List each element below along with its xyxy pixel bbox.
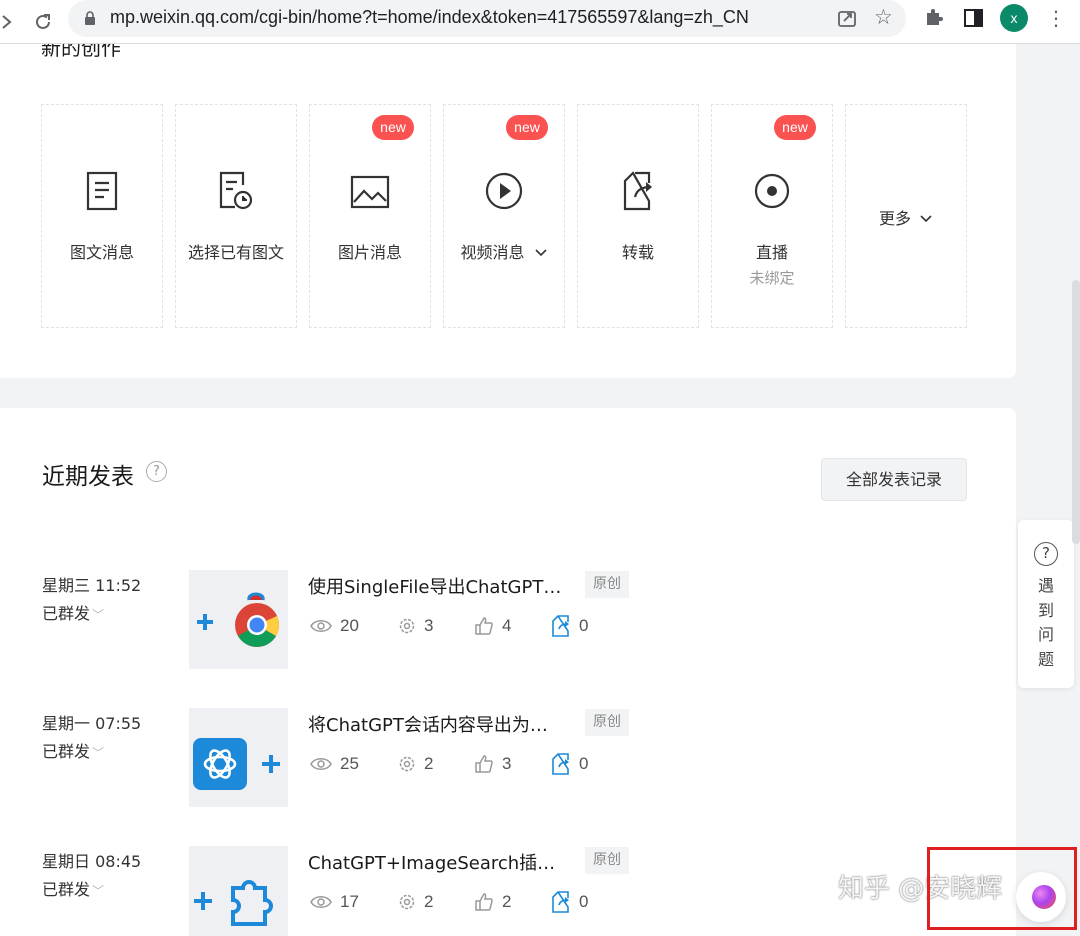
repost-icon [552, 615, 569, 637]
side-panel-icon[interactable] [962, 6, 986, 34]
post-title[interactable]: 使用SingleFile导出ChatGPT… [308, 573, 580, 599]
share-gear-icon [399, 618, 415, 634]
post-time: 星期日 08:45 [42, 852, 142, 871]
browser-toolbar: mp.weixin.qq.com/cgi-bin/home?t=home/ind… [0, 0, 1080, 44]
tile-article[interactable]: 图文消息 [41, 104, 163, 328]
reload-icon[interactable] [28, 7, 58, 37]
reposts-stat: 0 [551, 752, 588, 776]
tile-label: 视频消息 [460, 243, 525, 262]
address-bar[interactable]: mp.weixin.qq.com/cgi-bin/home?t=home/ind… [68, 0, 906, 37]
new-badge: new [506, 115, 548, 140]
original-tag: 原创 [585, 571, 629, 598]
chevron-down-icon: ﹀ [92, 608, 105, 622]
create-card: 新的创作 图文消息 选择已有图文 new 图片消息 new 视频消息 转载 ne… [0, 44, 1016, 378]
help-widget-label: 遇到问题 [1037, 576, 1054, 669]
post-time: 星期三 11:52 [42, 576, 142, 595]
post-time: 星期一 07:55 [42, 714, 142, 733]
post-status[interactable]: 已群发 ﹀ [42, 876, 104, 900]
help-question-icon[interactable]: ? [146, 461, 167, 482]
likes-stat: 4 [474, 614, 511, 638]
recent-section-title: 近期发表 [42, 464, 134, 490]
tile-label: 图文消息 [69, 243, 134, 262]
extensions-puzzle-icon[interactable] [922, 6, 946, 34]
browser-menu-icon[interactable]: ⋮ [1046, 6, 1066, 30]
shares-stat: 2 [398, 890, 433, 914]
help-widget[interactable]: ? 遇到问题 [1018, 520, 1074, 688]
repost-icon [552, 891, 569, 913]
url-text[interactable]: mp.weixin.qq.com/cgi-bin/home?t=home/ind… [110, 7, 749, 28]
lock-icon[interactable] [84, 10, 96, 25]
eye-icon [310, 758, 332, 770]
chevron-down-icon: ﹀ [92, 746, 105, 760]
tile-sublabel: 未绑定 [749, 269, 795, 287]
article-icon [42, 171, 162, 211]
share-icon[interactable] [836, 7, 858, 33]
views-stat: 25 [310, 752, 359, 776]
video-play-icon [444, 171, 564, 211]
reposts-stat: 0 [551, 614, 588, 638]
tile-image[interactable]: new 图片消息 [309, 104, 431, 328]
post-status[interactable]: 已群发 ﹀ [42, 738, 104, 762]
all-records-button[interactable]: 全部发表记录 [821, 458, 967, 501]
shares-stat: 3 [398, 614, 433, 638]
forward-arrow-icon[interactable] [0, 7, 14, 37]
new-badge: new [372, 115, 414, 140]
repost-icon [552, 753, 569, 775]
tile-label: 直播 [755, 243, 788, 262]
reposts-stat: 0 [551, 890, 588, 914]
post-status[interactable]: 已群发 ﹀ [42, 600, 104, 624]
more-label: 更多 [878, 209, 911, 228]
tile-label: 图片消息 [337, 243, 402, 262]
original-tag: 原创 [585, 847, 629, 874]
live-icon [712, 171, 832, 211]
eye-icon [310, 620, 332, 632]
chevron-down-icon [920, 215, 932, 223]
post-title[interactable]: ChatGPT+ImageSearch插… [308, 849, 580, 875]
share-gear-icon [399, 756, 415, 772]
post-thumbnail[interactable] [189, 846, 288, 936]
chevron-down-icon: ﹀ [92, 884, 105, 898]
views-stat: 20 [310, 614, 359, 638]
shares-stat: 2 [398, 752, 433, 776]
thumbs-up-icon [475, 617, 493, 635]
annotation-highlight-box [927, 847, 1077, 930]
tile-repost[interactable]: 转载 [577, 104, 699, 328]
tile-video[interactable]: new 视频消息 [443, 104, 565, 328]
repost-icon [578, 171, 698, 211]
post-title[interactable]: 将ChatGPT会话内容导出为… [308, 711, 580, 737]
post-thumbnail[interactable] [189, 570, 288, 669]
create-section-title: 新的创作 [41, 44, 121, 60]
tile-select-article[interactable]: 选择已有图文 [175, 104, 297, 328]
list-item[interactable]: 星期一 07:55 已群发﹀ 将ChatGPT会话内容导出为… 原创 25 2 [0, 708, 1016, 808]
profile-avatar[interactable]: x [1000, 4, 1028, 32]
recent-card: 近期发表 ? 全部发表记录 星期三 11:52 已群发 ﹀ 使用SingleFil… [0, 408, 1016, 936]
thumbs-up-icon [475, 893, 493, 911]
likes-stat: 2 [474, 890, 511, 914]
tile-label-row: 视频消息 [444, 239, 564, 263]
bookmark-star-icon[interactable]: ☆ [874, 5, 893, 29]
tile-live[interactable]: new 直播 未绑定 [711, 104, 833, 328]
image-icon [310, 171, 430, 211]
tile-more[interactable]: 更多 [845, 104, 967, 328]
new-badge: new [774, 115, 816, 140]
tile-label: 选择已有图文 [187, 243, 284, 262]
views-stat: 17 [310, 890, 359, 914]
article-history-icon [176, 171, 296, 211]
more-label-row: 更多 [846, 205, 966, 229]
question-circle-icon: ? [1034, 542, 1058, 566]
share-gear-icon [399, 894, 415, 910]
tile-label: 转载 [621, 243, 654, 262]
thumbs-up-icon [475, 755, 493, 773]
original-tag: 原创 [585, 709, 629, 736]
likes-stat: 3 [474, 752, 511, 776]
post-thumbnail[interactable] [189, 708, 288, 807]
eye-icon [310, 896, 332, 908]
chevron-down-icon [534, 249, 547, 257]
page-scrollbar[interactable] [1072, 280, 1080, 544]
list-item[interactable]: 星期三 11:52 已群发 ﹀ 使用SingleFile导出ChatGPT… 原创… [0, 570, 1016, 670]
